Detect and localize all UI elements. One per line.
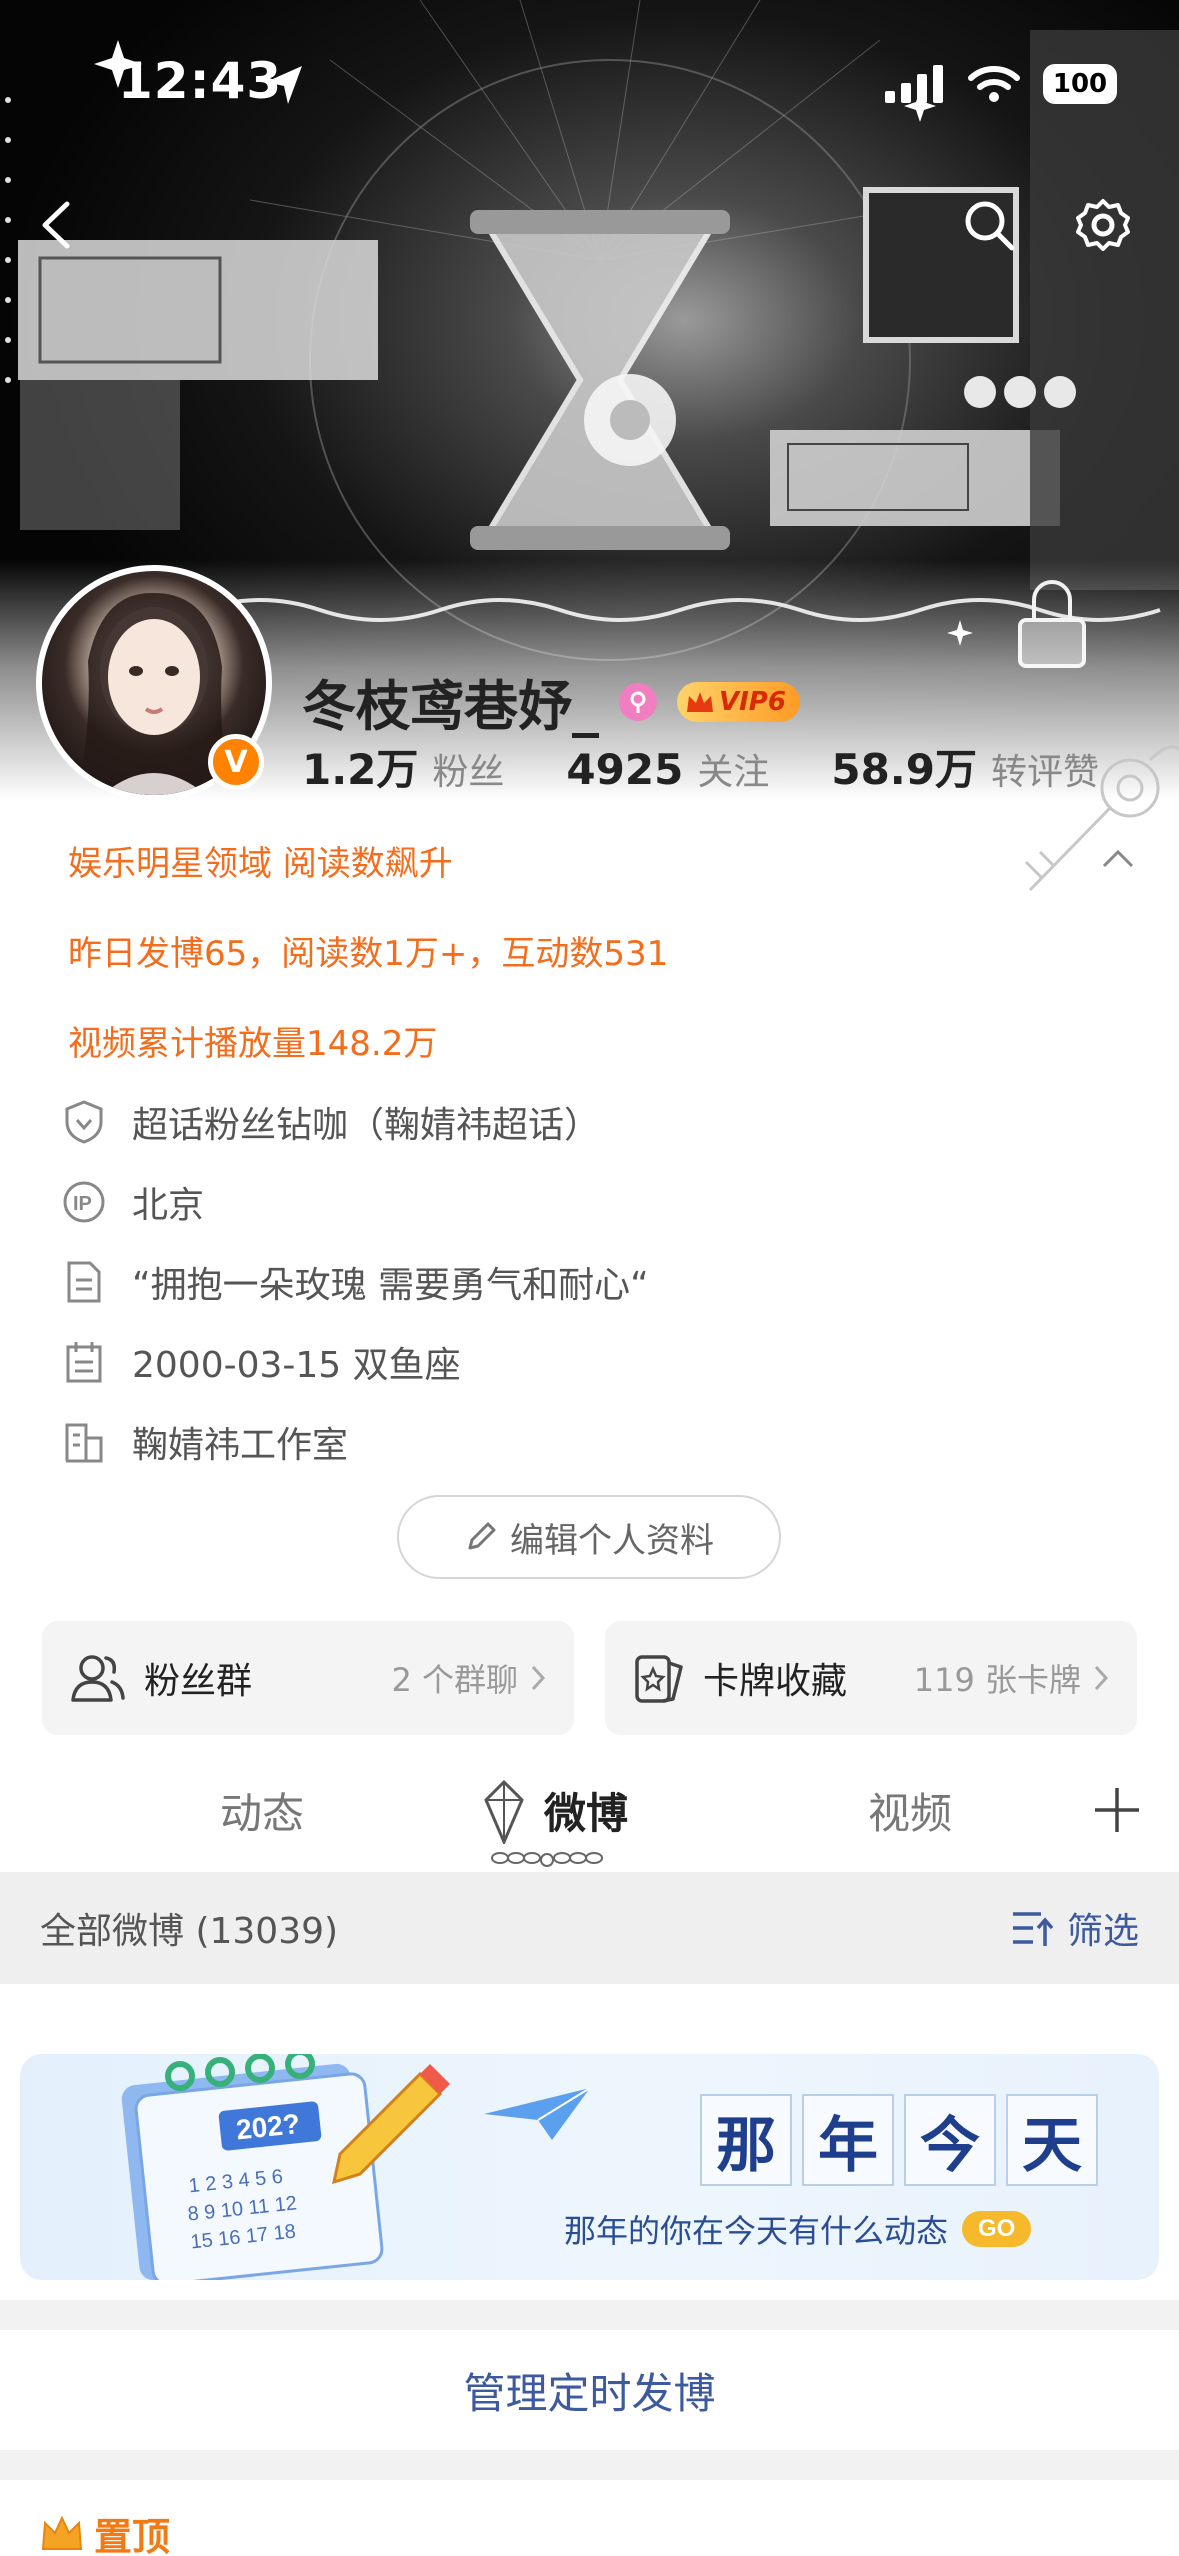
promo-title-char: 那 bbox=[700, 2094, 792, 2186]
crown-icon bbox=[687, 691, 713, 712]
go-button[interactable]: GO bbox=[962, 2211, 1032, 2247]
ip-icon: IP bbox=[62, 1180, 106, 1224]
highlight-video-views: 视频累计播放量148.2万 bbox=[68, 1024, 438, 1064]
card-title: 粉丝群 bbox=[144, 1661, 253, 1702]
highlight-yesterday: 昨日发博65，阅读数1万+，互动数531 bbox=[68, 934, 669, 974]
tab-pendant-icon bbox=[484, 1780, 524, 1844]
profile-tabs: 动态 微博 视频 bbox=[0, 1762, 1179, 1872]
info-row-bio: “拥抱一朵玫瑰 需要勇气和耐心“ bbox=[62, 1256, 649, 1308]
shield-icon bbox=[62, 1100, 106, 1144]
female-icon bbox=[619, 682, 657, 721]
crown-icon bbox=[41, 2515, 83, 2550]
section-divider bbox=[0, 2300, 1179, 2330]
paper-plane-icon bbox=[484, 2087, 591, 2140]
search-icon bbox=[965, 201, 1015, 251]
company-icon bbox=[62, 1420, 106, 1464]
edit-profile-label: 编辑个人资料 bbox=[510, 1520, 714, 1561]
location-arrow-icon bbox=[266, 66, 302, 104]
promo-title-char: 年 bbox=[802, 2094, 894, 2186]
promo-title-char: 今 bbox=[904, 2094, 996, 2186]
weibo-filter-bar: 全部微博 (13039) 筛选 bbox=[0, 1872, 1179, 1984]
info-row-ip: IP 北京 bbox=[62, 1176, 204, 1228]
promo-subtitle-text: 那年的你在今天有什么动态 bbox=[564, 2212, 949, 2250]
people-icon bbox=[71, 1655, 125, 1702]
username: 冬枝鸢巷妤_ bbox=[302, 675, 599, 738]
chevron-right-icon bbox=[531, 1665, 546, 1691]
tab-video[interactable]: 视频 bbox=[868, 1780, 952, 1841]
stat-value: 1.2万 bbox=[302, 745, 419, 794]
card-meta: 2 个群聊 bbox=[391, 1655, 546, 1701]
highlight-domain: 娱乐明星领域 阅读数飙升 bbox=[68, 844, 453, 884]
wifi-icon bbox=[968, 66, 1020, 102]
stat-label: 关注 bbox=[697, 752, 770, 793]
card-meta-text: 2 个群聊 bbox=[391, 1661, 518, 1699]
stat-value: 4925 bbox=[566, 745, 684, 794]
section-divider bbox=[0, 2450, 1179, 2480]
info-text: 鞠婧祎工作室 bbox=[132, 1425, 349, 1466]
card-meta: 119 张卡牌 bbox=[914, 1655, 1109, 1701]
vip-badge[interactable]: VIP6 bbox=[677, 681, 800, 722]
calendar-icon bbox=[62, 1340, 106, 1384]
stat-interactions[interactable]: 58.9万 转评赞 bbox=[831, 736, 1099, 797]
stat-value: 58.9万 bbox=[831, 745, 977, 794]
collapse-chevron-icon[interactable] bbox=[1100, 846, 1136, 870]
pinned-label: 置顶 bbox=[94, 2515, 171, 2556]
status-time: 12:43 bbox=[118, 52, 283, 110]
pencil-icon bbox=[468, 1522, 496, 1550]
tab-weibo[interactable]: 微博 bbox=[544, 1780, 628, 1841]
status-indicators: 100 bbox=[885, 64, 1117, 104]
info-row-birthday: 2000-03-15 双鱼座 bbox=[62, 1336, 461, 1388]
card-title: 卡牌收藏 bbox=[703, 1661, 848, 1702]
card-collection-icon bbox=[635, 1655, 683, 1703]
that-year-today-banner[interactable]: 202? 1 2 3 4 5 6 8 9 10 11 12 15 16 17 1… bbox=[20, 2054, 1159, 2280]
promo-title-char: 天 bbox=[1006, 2094, 1098, 2186]
edit-profile-button[interactable]: 编辑个人资料 bbox=[397, 1495, 781, 1579]
filter-label: 筛选 bbox=[1066, 1911, 1139, 1952]
card-collection-card[interactable]: 卡牌收藏 119 张卡牌 bbox=[605, 1621, 1137, 1735]
chevron-right-icon bbox=[1094, 1665, 1109, 1691]
settings-button[interactable] bbox=[1068, 190, 1138, 260]
stat-following[interactable]: 4925 关注 bbox=[566, 743, 769, 795]
stat-followers[interactable]: 1.2万 粉丝 bbox=[302, 736, 504, 797]
stat-label: 粉丝 bbox=[432, 752, 505, 793]
add-tab-icon[interactable] bbox=[1091, 1784, 1143, 1836]
info-row-superfan[interactable]: 超话粉丝钻咖（鞠婧祎超话） bbox=[62, 1096, 600, 1148]
document-icon bbox=[62, 1260, 106, 1304]
promo-subtitle: 那年的你在今天有什么动态 GO bbox=[564, 2206, 1032, 2252]
manage-scheduled-posts-button[interactable]: 管理定时发博 bbox=[0, 2330, 1179, 2450]
profile-stats: 1.2万 粉丝 4925 关注 58.9万 转评赞 bbox=[302, 736, 1161, 797]
battery-indicator: 100 bbox=[1043, 64, 1117, 104]
stat-label: 转评赞 bbox=[990, 752, 1099, 793]
svg-text:IP: IP bbox=[73, 1193, 92, 1215]
info-text: “拥抱一朵玫瑰 需要勇气和耐心“ bbox=[132, 1265, 649, 1306]
status-bar: 12:43 100 bbox=[0, 0, 1179, 150]
filter-button[interactable]: 筛选 bbox=[1011, 1902, 1139, 1954]
tab-chain-decoration-icon bbox=[491, 1852, 603, 1867]
card-meta-text: 119 张卡牌 bbox=[913, 1661, 1081, 1699]
info-text: 超话粉丝钻咖（鞠婧祎超话） bbox=[132, 1105, 601, 1146]
signal-icon bbox=[885, 65, 943, 103]
gear-icon bbox=[1076, 199, 1130, 251]
tab-dynamics[interactable]: 动态 bbox=[220, 1780, 304, 1841]
back-button[interactable] bbox=[22, 190, 92, 260]
info-text: 北京 bbox=[132, 1185, 205, 1226]
search-button[interactable] bbox=[954, 190, 1024, 260]
calendar-year: 202? bbox=[235, 2108, 302, 2146]
vip-level: VIP6 bbox=[719, 686, 786, 717]
verified-badge: V bbox=[208, 734, 264, 790]
info-row-company: 鞠婧祎工作室 bbox=[62, 1416, 348, 1468]
pinned-header: 置顶 bbox=[40, 2506, 170, 2556]
info-text: 2000-03-15 双鱼座 bbox=[132, 1345, 461, 1386]
filter-icon bbox=[1012, 1912, 1054, 1946]
promo-title: 那 年 今 天 bbox=[700, 2094, 1098, 2186]
back-arrow-icon bbox=[42, 201, 70, 249]
fan-group-card[interactable]: 粉丝群 2 个群聊 bbox=[42, 1621, 574, 1735]
all-weibo-count: 全部微博 (13039) bbox=[40, 1911, 339, 1952]
profile-header: 冬枝鸢巷妤_ VIP6 bbox=[302, 662, 800, 741]
calendar-illustration-icon: 202? 1 2 3 4 5 6 8 9 10 11 12 15 16 17 1… bbox=[121, 2054, 450, 2280]
